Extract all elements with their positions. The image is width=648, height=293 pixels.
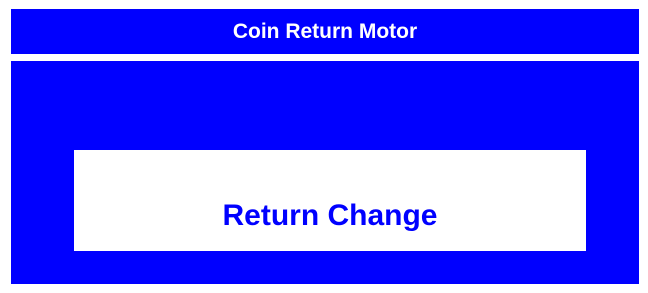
return-change-button[interactable]: Return Change: [74, 150, 586, 251]
page-title: Coin Return Motor: [232, 20, 418, 43]
main-panel: Return Change: [11, 61, 639, 284]
title-bar: Coin Return Motor: [11, 9, 639, 54]
return-change-label: Return Change: [222, 199, 438, 232]
